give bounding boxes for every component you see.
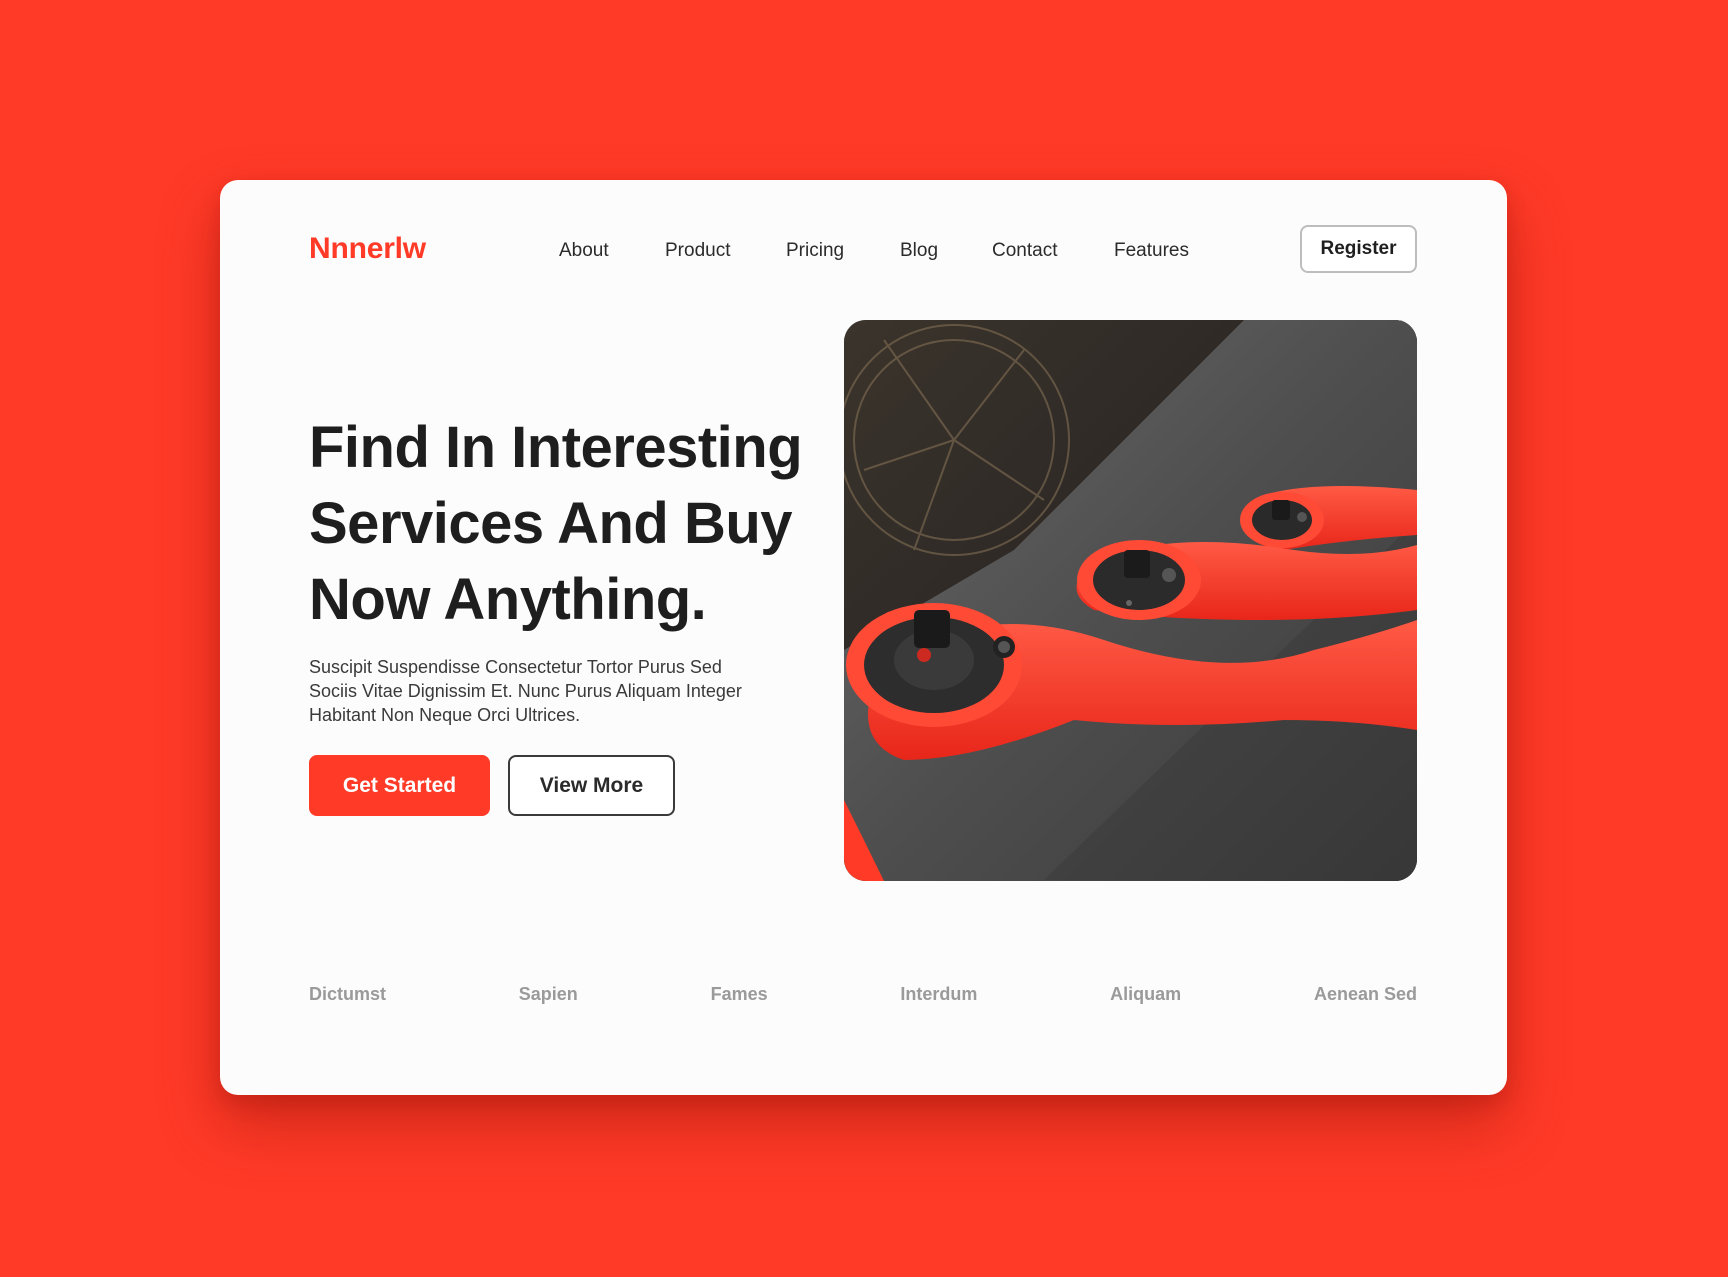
partner-logo: Sapien [518,984,578,1004]
hero-headline-line: Services And Buy [309,491,793,556]
hero-description: Suscipit Suspendisse Consectetur Tortor … [309,655,789,727]
get-started-button[interactable]: Get Started [309,755,490,816]
hero-product-image [844,320,1417,881]
view-more-button[interactable]: View More [508,755,675,816]
main-nav: About Product Pricing Blog Contact Featu… [559,240,1214,262]
nav-link-features[interactable]: Features [1114,240,1214,262]
hero-headline-line: Find In Interesting [309,415,803,480]
nav-link-blog[interactable]: Blog [900,240,992,262]
hero-description-line: Habitant Non Neque Orci Ultrices. [309,705,581,725]
partner-logo: Dictumst [309,984,387,1004]
brand-logo[interactable]: Nnnerlw [309,232,426,266]
partner-logo-strip: Dictumst Sapien Fames Interdum Aliquam A… [309,984,1417,1005]
partner-logo: Fames [710,984,768,1004]
partner-logo: Interdum [900,984,978,1004]
register-button[interactable]: Register [1300,225,1417,273]
partner-logo: Aliquam [1110,984,1182,1004]
nav-link-contact[interactable]: Contact [992,240,1114,262]
nav-link-pricing[interactable]: Pricing [786,240,900,262]
landing-card: Nnnerlw About Product Pricing Blog Conta… [220,180,1507,1095]
hero-description-line: Suscipit Suspendisse Consectetur Tortor … [309,657,722,677]
hero-description-line: Sociis Vitae Dignissim Et. Nunc Purus Al… [309,681,742,701]
nav-link-about[interactable]: About [559,240,665,262]
hero-headline-line: Now Anything. [309,567,707,632]
nav-link-product[interactable]: Product [665,240,786,262]
hero-headline: Find In Interesting Services And Buy Now… [309,410,849,638]
partner-logo: Aenean Sed [1313,984,1417,1004]
